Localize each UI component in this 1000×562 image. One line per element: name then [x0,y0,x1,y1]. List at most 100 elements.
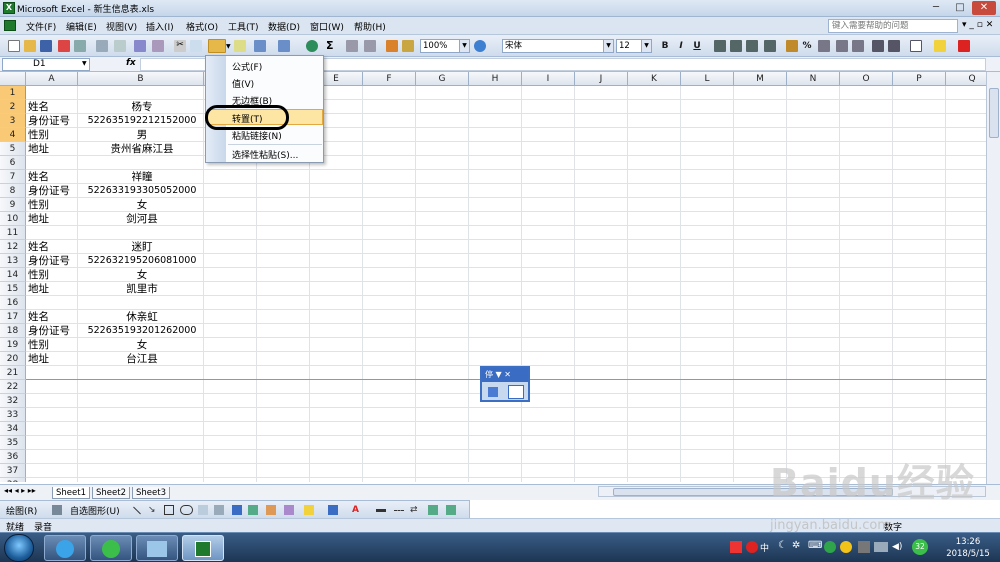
cell-b20[interactable]: 台江县 [79,352,205,366]
print-icon[interactable] [74,40,86,52]
draw-menu-button[interactable]: 绘图(R) [6,504,37,517]
row-header-5[interactable]: 5 [0,142,26,156]
tab-sheet2[interactable]: Sheet2 [92,487,130,499]
cell-a14[interactable]: 性别 [28,268,49,282]
row-header-21[interactable]: 21 [0,366,26,380]
rectangle-icon[interactable] [164,505,174,515]
font-size-select[interactable]: 12 ▼ [616,39,652,53]
grid-icon[interactable] [508,385,524,399]
autosum-icon[interactable]: Σ [326,39,334,52]
column-header-m[interactable]: M [734,72,787,86]
3d-icon[interactable] [446,505,456,515]
row-header-17[interactable]: 17 [0,310,26,324]
system-clock[interactable]: 13:26 2018/5/15 [940,536,996,560]
cell-a2[interactable]: 姓名 [28,100,49,114]
help-icon[interactable] [474,40,486,52]
row-header-32[interactable]: 32 [0,394,26,408]
taskbar-excel[interactable] [182,535,224,561]
comma-icon[interactable] [818,40,830,52]
doc-window-controls[interactable]: ▾ _ ▫ ✕ [962,20,993,30]
vertical-scrollbar[interactable] [986,72,1000,484]
cell-b10[interactable]: 剑河县 [79,212,205,226]
font-color-icon[interactable] [958,40,970,52]
row-header-16[interactable]: 16 [0,296,26,310]
menu-view[interactable]: 视图(V) [106,20,137,33]
column-header-p[interactable]: P [893,72,946,86]
tab-sheet3[interactable]: Sheet3 [132,487,170,499]
notification-badge[interactable]: 32 [912,539,928,555]
cell-b8[interactable]: 522633193305052000 [79,184,205,198]
floating-toolbar-header[interactable]: 停 ▼ ✕ [482,368,528,382]
picture-icon[interactable] [284,505,294,515]
chevron-down-icon[interactable]: ▼ [82,60,87,67]
cell-b14[interactable]: 女 [79,268,205,282]
sort-desc-icon[interactable] [364,40,376,52]
menu-insert[interactable]: 插入(I) [146,20,174,33]
cell-b13[interactable]: 522632195206081000 [79,254,205,268]
worksheet-grid[interactable]: ABCDEFGHIJKLMNOPQ 1234567891011121314151… [0,72,986,482]
row-header-19[interactable]: 19 [0,338,26,352]
open-icon[interactable] [24,40,36,52]
increase-indent-icon[interactable] [888,40,900,52]
column-header-j[interactable]: J [575,72,628,86]
cell-b12[interactable]: 迷盯 [79,240,205,254]
row-header-2[interactable]: 2 [0,100,26,114]
row-header-10[interactable]: 10 [0,212,26,226]
cell-a15[interactable]: 地址 [28,282,49,296]
column-header-f[interactable]: F [363,72,416,86]
align-right-icon[interactable] [746,40,758,52]
column-header-g[interactable]: G [416,72,469,86]
row-header-33[interactable]: 33 [0,408,26,422]
print-preview-icon[interactable] [96,40,108,52]
row-header-35[interactable]: 35 [0,436,26,450]
select-objects-icon[interactable] [52,505,62,515]
taskbar-ie[interactable] [44,535,86,561]
chart-wizard-icon[interactable] [386,40,398,52]
hyperlink-icon[interactable] [306,40,318,52]
currency-icon[interactable] [786,40,798,52]
cut-icon[interactable]: ✂ [174,40,186,52]
row-header-34[interactable]: 34 [0,422,26,436]
clipboard-icon[interactable] [488,387,498,397]
cell-b15[interactable]: 凯里市 [79,282,205,296]
column-header-l[interactable]: L [681,72,734,86]
oval-icon[interactable] [180,505,193,515]
cell-a8[interactable]: 身份证号 [28,184,70,198]
shadow-icon[interactable] [428,505,438,515]
floating-toolbar[interactable]: 停 ▼ ✕ [480,366,530,402]
decrease-decimal-icon[interactable] [852,40,864,52]
cell-b9[interactable]: 女 [79,198,205,212]
cell-b4[interactable]: 男 [79,128,205,142]
cell-a3[interactable]: 身份证号 [28,114,70,128]
arrow-style-icon[interactable]: ⇄ [410,505,420,515]
menu-window[interactable]: 窗口(W) [310,20,344,33]
fill-color-icon[interactable] [304,505,314,515]
row-header-18[interactable]: 18 [0,324,26,338]
ime-indicator[interactable]: 中 [760,541,769,554]
autoshapes-button[interactable]: 自选图形(U) [70,504,120,517]
cell-a19[interactable]: 性别 [28,338,49,352]
increase-decimal-icon[interactable] [836,40,848,52]
column-header-i[interactable]: I [522,72,575,86]
column-header-q[interactable]: Q [946,72,986,86]
fill-color-icon[interactable] [934,40,946,52]
tray-question-icon[interactable] [746,541,758,553]
row-header-15[interactable]: 15 [0,282,26,296]
cell-a9[interactable]: 性别 [28,198,49,212]
cell-a12[interactable]: 姓名 [28,240,49,254]
borders-icon[interactable] [910,40,922,52]
settings-icon[interactable]: ✲ [792,540,800,551]
cell-b2[interactable]: 杨专 [79,100,205,114]
font-color-icon[interactable]: A [352,505,362,515]
volume-icon[interactable]: ◀) [892,542,902,552]
paste-link-item[interactable]: 粘贴链接(N) [232,129,282,142]
line-icon[interactable] [133,506,141,515]
row-header-4[interactable]: 4 [0,128,26,142]
flag-icon[interactable] [858,541,870,553]
decrease-indent-icon[interactable] [872,40,884,52]
cell-b18[interactable]: 522635193201262000 [79,324,205,338]
row-header-13[interactable]: 13 [0,254,26,268]
cell-b7[interactable]: 祥瞳 [79,170,205,184]
new-icon[interactable] [8,40,20,52]
cell-a18[interactable]: 身份证号 [28,324,70,338]
